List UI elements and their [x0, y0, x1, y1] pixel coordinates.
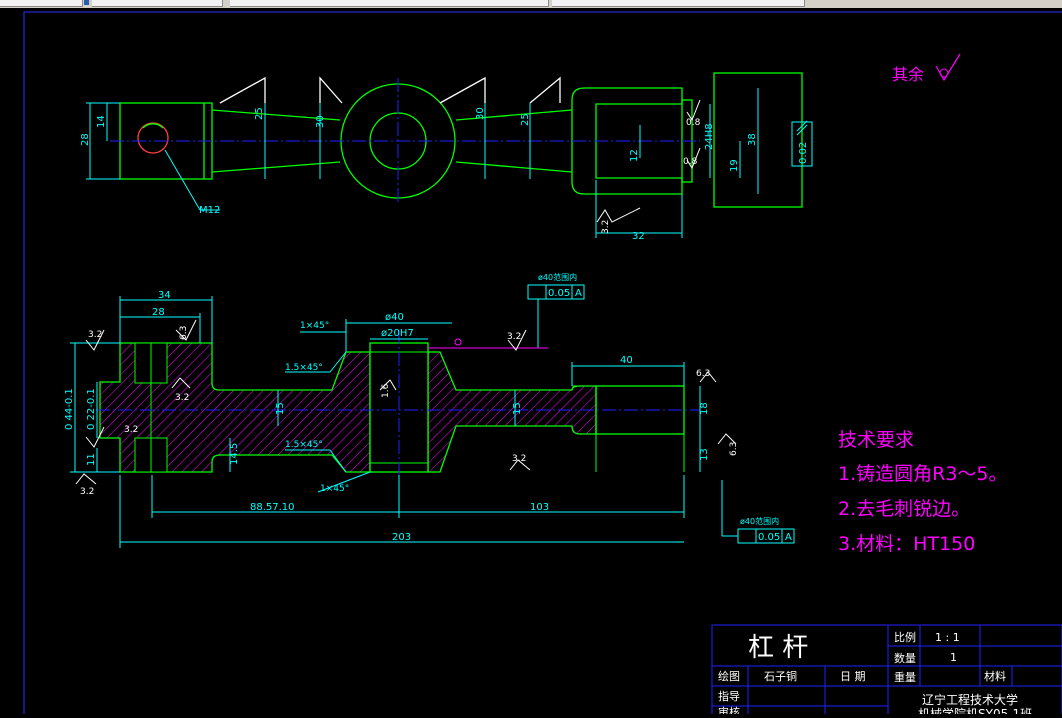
gdt-val-bot: 0.05: [758, 532, 780, 543]
toolbar-button[interactable]: [0, 0, 83, 7]
r32-b: 3.2: [124, 425, 138, 435]
dim-19-top: 19: [729, 159, 740, 172]
dim-34: 34: [158, 290, 171, 301]
r32-d: 3.2: [175, 393, 189, 403]
part-name: 杠 杆: [748, 633, 808, 663]
toolbar-button[interactable]: [552, 0, 805, 7]
tol-002-top: 0.02: [798, 142, 809, 164]
drawn-label: 绘图: [718, 669, 740, 683]
requirement-3: 3.材料：HT150: [838, 533, 975, 555]
requirements-heading: 技术要求: [838, 429, 914, 451]
toolbar-button[interactable]: [230, 0, 549, 7]
rough-08b: 0.8: [683, 157, 698, 167]
dim-44: 0 44-0.1: [64, 388, 75, 430]
material-label: 材料: [984, 669, 1006, 683]
dim-15a: 15: [275, 402, 286, 415]
r63-a: 6.3: [179, 326, 189, 340]
toolbar-icon[interactable]: [84, 0, 89, 5]
dim-22: 0 22-0.1: [86, 388, 97, 430]
dim-18: 18: [699, 402, 710, 415]
top-view-dims: [86, 88, 813, 238]
rough-08a: 0.8: [686, 118, 701, 128]
date-label: 日 期: [840, 670, 866, 683]
gdt-val-top: 0.05: [548, 288, 570, 299]
r63-c: 6.3: [729, 442, 739, 456]
dim-28: 28: [152, 307, 165, 318]
drawn-name: 石子铜: [764, 669, 797, 683]
section-view: [99, 342, 685, 473]
r32-a: 3.2: [88, 330, 102, 340]
dim-phi20h7: ø20H7: [381, 328, 414, 339]
gdt-note-top: ø40范围内: [538, 272, 577, 282]
weight-label: 重量: [894, 670, 916, 684]
scale-value: 1 : 1: [935, 631, 960, 644]
dim-15x45-a: 1.5×45°: [285, 363, 323, 373]
gdt-ref-top: A: [575, 288, 582, 299]
dim-14-top: 14: [96, 115, 107, 128]
dept-name: 机械学院机SY05-1班: [918, 706, 1032, 714]
dim-145: 14.5: [229, 443, 240, 465]
requirement-2: 2.去毛刺锐边。: [838, 498, 970, 520]
dim-103: 103: [530, 502, 549, 513]
r16: 1.6: [381, 383, 391, 398]
rest-roughness-note: 其余: [892, 65, 924, 84]
dim-30a-top: 30: [315, 115, 326, 128]
dim-40: 40: [620, 355, 633, 366]
dim-25a-top: 25: [254, 107, 265, 120]
drawing-canvas[interactable]: 28 14 25 30 30 25 12 24H8 19 38 0.02 32 …: [0, 8, 1062, 718]
dim-203: 203: [392, 532, 411, 543]
dim-15b: 15: [512, 402, 523, 415]
toolbar-button[interactable]: [92, 0, 223, 7]
dim-38-top: 38: [747, 133, 758, 146]
dim-1x45-bot: 1×45°: [320, 484, 349, 494]
dim-24h8-top: 24H8: [704, 123, 715, 150]
toolbar-strip: [0, 0, 1062, 8]
thread-label: M12: [199, 205, 220, 216]
school-name: 辽宁工程技术大学: [922, 692, 1018, 707]
dim-1x45-top: 1×45°: [300, 321, 329, 331]
dim-25b-top: 25: [520, 113, 531, 126]
dim-12-top: 12: [629, 149, 640, 162]
r32-f: 3.2: [512, 454, 526, 464]
requirement-1: 1.铸造圆角R3～5。: [838, 463, 1008, 485]
check-label: 审核: [718, 705, 740, 714]
dim-11: 11: [86, 453, 97, 466]
dim-32-top: 32: [632, 231, 645, 242]
dim-8857: 88.57.10: [250, 502, 295, 513]
qty-value: 1: [950, 651, 957, 664]
dim-15x45-b: 1.5×45°: [285, 440, 323, 450]
guide-label: 指导: [718, 689, 740, 703]
dim-30b-top: 30: [475, 107, 486, 120]
scale-label: 比例: [894, 630, 916, 644]
top-view: [119, 72, 803, 208]
r32-c: 3.2: [80, 487, 94, 497]
dim-13: 13: [699, 448, 710, 461]
r63-b: 6.3: [696, 369, 710, 379]
rough-32-top: 3.2: [601, 220, 611, 234]
dim-28-top: 28: [80, 133, 91, 146]
qty-label: 数量: [894, 652, 916, 665]
r32-e: 3.2: [507, 332, 521, 342]
gdt-note-bot: ø40范围内: [740, 516, 779, 526]
rest-roughness-symbol: [935, 53, 961, 82]
gdt-ref-bot: A: [785, 532, 792, 543]
dim-phi40: ø40: [385, 312, 404, 323]
